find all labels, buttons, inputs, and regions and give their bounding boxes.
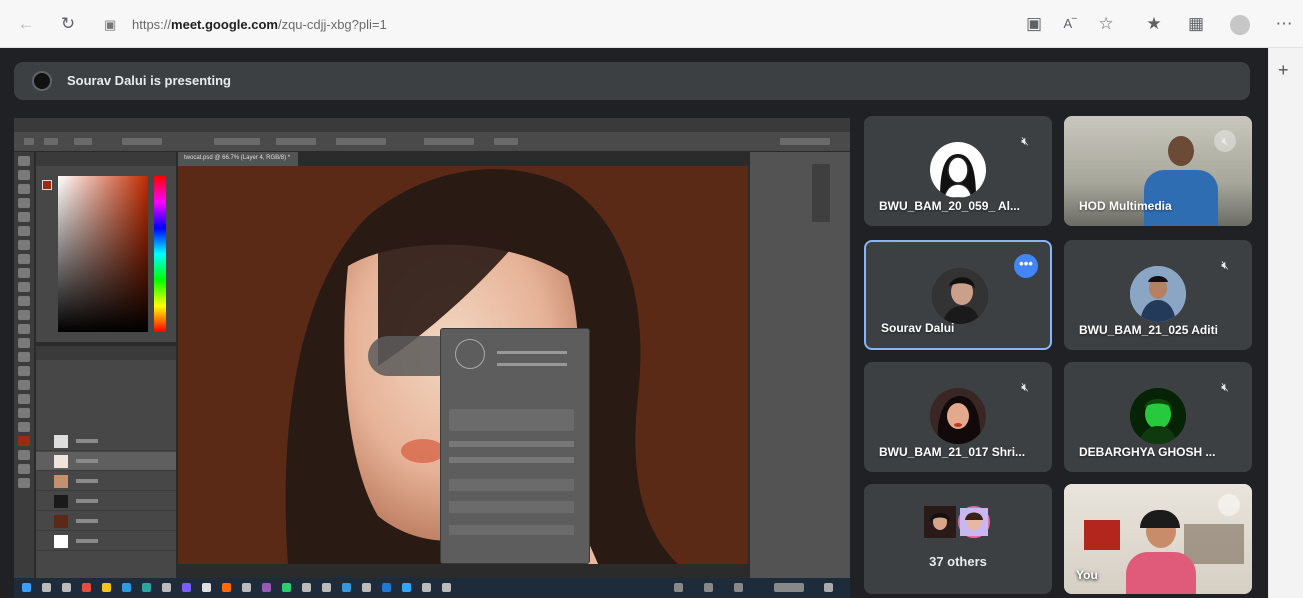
photoshop-layers-panel <box>36 346 176 578</box>
browser-toolbar: ← ↻ ▣ https://meet.google.com/zqu-cdjj-xb… <box>0 0 1303 48</box>
self-view-tile[interactable]: You <box>1064 484 1252 594</box>
participant-tile[interactable]: 🔇︎ DEBARGHYA GHOSH ... <box>1064 362 1252 472</box>
hue-slider <box>154 176 166 332</box>
lock-icon[interactable]: ▣ <box>104 12 132 38</box>
participant-name: BWU_BAM_20_059_ Al... <box>879 199 1020 213</box>
self-label: You <box>1076 568 1098 582</box>
start-icon <box>22 583 31 592</box>
participant-name: BWU_BAM_21_025 Aditi <box>1079 323 1218 337</box>
participant-avatar <box>1130 266 1186 322</box>
browser-sidebar: + <box>1268 48 1303 598</box>
favorites-icon[interactable]: ★ <box>1142 12 1166 36</box>
participant-avatar <box>958 506 990 538</box>
presenting-text: Sourav Dalui is presenting <box>67 73 231 88</box>
profile-icon[interactable] <box>1228 12 1252 36</box>
url-path: /zqu-cdjj-xbg?pli=1 <box>277 17 387 32</box>
participant-avatar <box>932 268 988 324</box>
document-tab: twocat.psd @ 66.7% (Layer 4, RGB/8) * <box>178 152 298 166</box>
read-aloud-icon[interactable]: A‾ <box>1058 12 1082 36</box>
others-count: 37 others <box>929 554 987 569</box>
favorite-add-icon[interactable]: ☆ <box>1094 12 1118 36</box>
collections-icon[interactable]: ▦ <box>1184 12 1208 36</box>
video-person <box>1126 510 1196 594</box>
mic-off-icon: 🔇︎ <box>1221 380 1229 394</box>
foreground-swatch <box>42 180 52 190</box>
reload-icon[interactable]: ↻ <box>56 12 80 36</box>
participant-avatar <box>924 506 956 538</box>
more-options-button[interactable]: ••• <box>1014 254 1038 278</box>
participant-tile[interactable]: 🔇︎ BWU_BAM_21_025 Aditi <box>1064 240 1252 350</box>
back-icon[interactable]: ← <box>14 12 38 36</box>
self-view-options-icon[interactable] <box>1218 494 1240 516</box>
participant-avatar <box>930 388 986 444</box>
meet-stage: Sourav Dalui is presenting twocat.psd @ … <box>0 48 1268 598</box>
participant-name: HOD Multimedia <box>1079 199 1172 213</box>
address-bar[interactable]: ▣ https://meet.google.com/zqu-cdjj-xbg?pl… <box>104 12 1004 38</box>
mic-off-icon: 🔇︎ <box>1021 134 1029 148</box>
mic-off-icon: 🔇︎ <box>1214 130 1236 152</box>
participant-tile[interactable]: 🔇︎ BWU_BAM_21_017 Shri... <box>864 362 1052 472</box>
camera-icon[interactable]: ▣ <box>1022 12 1046 36</box>
mic-off-icon: 🔇︎ <box>1221 258 1229 272</box>
participant-avatar <box>1130 388 1186 444</box>
drawing-canvas <box>178 166 748 564</box>
url-domain: meet.google.com <box>171 17 278 32</box>
photoshop-color-panel <box>36 152 176 342</box>
participant-name: BWU_BAM_21_017 Shri... <box>879 445 1026 459</box>
windows-taskbar <box>14 578 850 598</box>
participant-name: Sourav Dalui <box>881 321 955 335</box>
brush-picker-panel <box>440 328 590 564</box>
photoshop-right-dock <box>750 152 850 578</box>
wall-poster <box>1084 520 1120 550</box>
more-icon[interactable]: ⋯ <box>1272 12 1296 36</box>
participant-tile[interactable]: 🔇︎ HOD Multimedia <box>1064 116 1252 226</box>
presenting-banner: Sourav Dalui is presenting <box>14 62 1250 100</box>
participant-tile-active[interactable]: ••• Sourav Dalui <box>864 240 1052 350</box>
others-tile[interactable]: 37 others <box>864 484 1052 594</box>
photoshop-toolbar <box>14 152 34 578</box>
color-picker <box>58 176 148 332</box>
shared-screen: twocat.psd @ 66.7% (Layer 4, RGB/8) * <box>14 118 850 598</box>
url-prefix: https:// <box>132 17 172 32</box>
photoshop-options-bar <box>14 132 850 152</box>
participant-name: DEBARGHYA GHOSH ... <box>1079 445 1216 459</box>
add-icon[interactable]: + <box>1278 60 1289 81</box>
participant-tile[interactable]: 🔇︎ BWU_BAM_20_059_ Al... <box>864 116 1052 226</box>
presenter-avatar <box>32 71 52 91</box>
photoshop-menubar <box>14 118 850 132</box>
participant-avatar <box>930 142 986 198</box>
mic-off-icon: 🔇︎ <box>1021 380 1029 394</box>
